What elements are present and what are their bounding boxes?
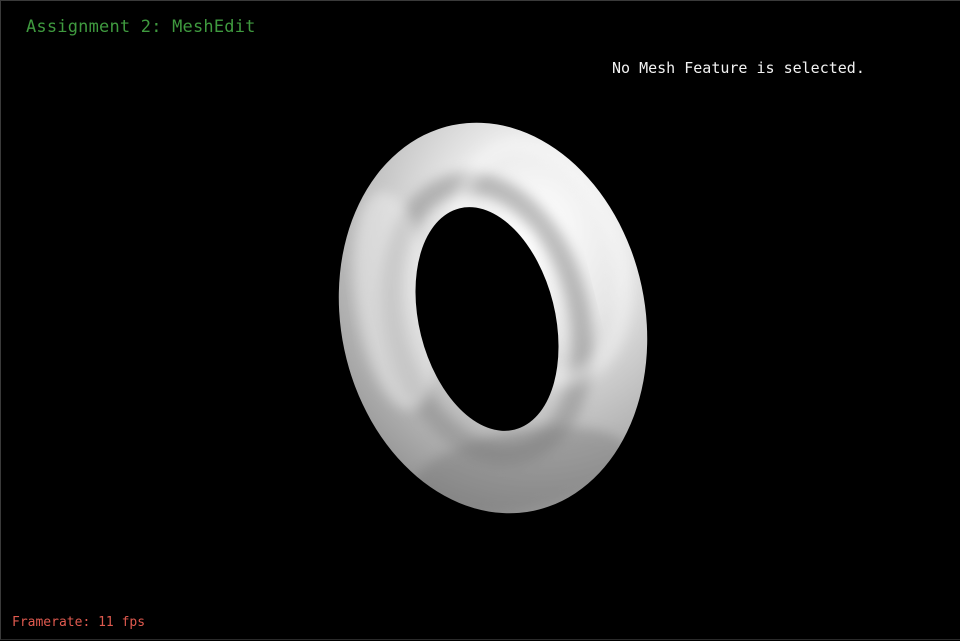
selection-status-text: No Mesh Feature is selected. [612,59,865,77]
framerate-readout: Framerate: 11 fps [12,615,146,630]
torus-surface [301,101,681,531]
torus-mesh[interactable] [1,1,960,641]
app-title: Assignment 2: MeshEdit [26,17,256,37]
mesh-viewport[interactable]: Assignment 2: MeshEdit No Mesh Feature i… [0,0,960,640]
